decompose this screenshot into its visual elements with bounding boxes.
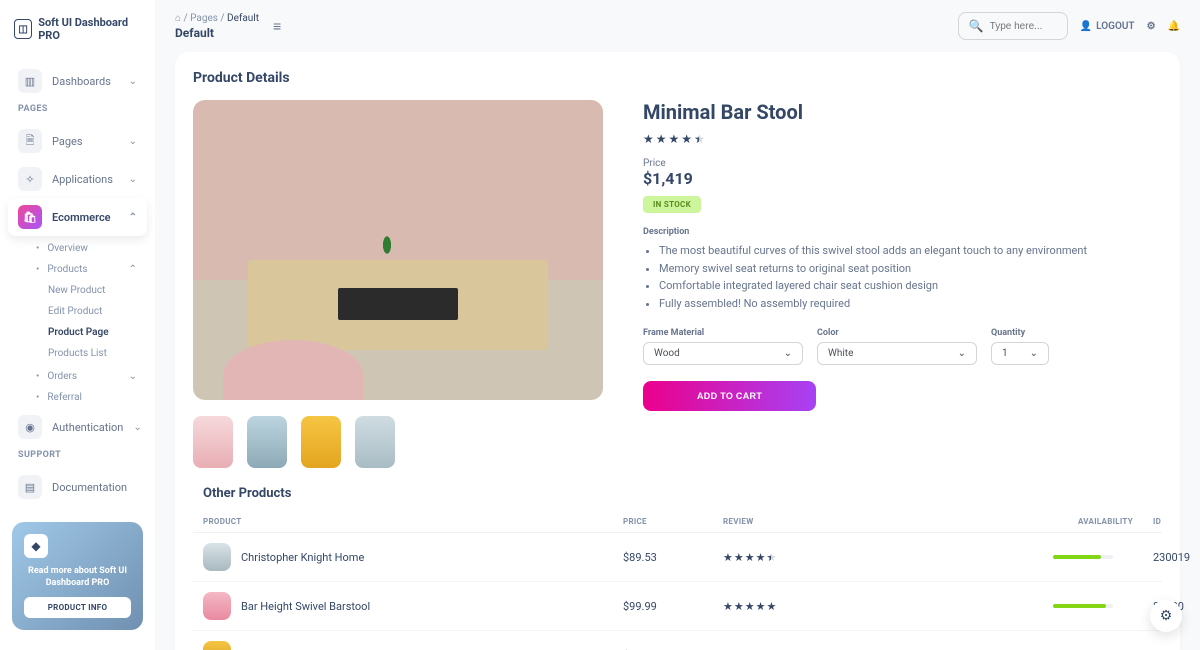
- sidebar: ◫ Soft UI Dashboard PRO ▥ Dashboards ⌄ P…: [0, 0, 155, 650]
- chevron-down-icon: ⌄: [1030, 348, 1038, 359]
- nav-documentation[interactable]: ▤ Documentation: [8, 468, 147, 506]
- nav-applications[interactable]: ✧ Applications ⌄: [8, 160, 147, 198]
- row-thumb: [203, 592, 231, 620]
- row-price: $99.99: [623, 600, 723, 613]
- nav-heading-support: SUPPORT: [8, 446, 147, 464]
- nav-authentication[interactable]: ◉ Authentication ⌄: [8, 408, 147, 446]
- logout-button[interactable]: 👤 LOGOUT: [1080, 21, 1135, 32]
- gear-icon: ⚙: [1160, 608, 1173, 624]
- breadcrumb: ⌂ / Pages / Default: [175, 13, 259, 24]
- user-icon: 👤: [1080, 21, 1092, 32]
- nav-product-page[interactable]: Product Page: [38, 322, 147, 343]
- chevron-down-icon: ⌄: [129, 174, 137, 185]
- nav-orders[interactable]: Orders⌄: [26, 366, 147, 387]
- chevron-down-icon: ⌄: [129, 371, 137, 382]
- page-title: Default: [175, 26, 259, 40]
- ecommerce-icon: 🛍: [18, 205, 42, 229]
- row-name: Bar Height Swivel Barstool: [241, 600, 370, 613]
- auth-icon: ◉: [18, 415, 42, 439]
- product-main-image[interactable]: [193, 100, 603, 400]
- doc-icon: ▤: [18, 475, 42, 499]
- product-thumb-3[interactable]: [301, 416, 341, 468]
- chevron-up-icon: ⌃: [129, 212, 137, 223]
- qty-select[interactable]: 1⌄: [991, 342, 1049, 365]
- row-thumb: [203, 641, 231, 650]
- nav-referral[interactable]: Referral: [26, 387, 147, 408]
- row-rating: ★★★★★: [723, 600, 953, 613]
- row-rating: ★★★★★: [723, 551, 953, 564]
- chevron-down-icon: ⌄: [958, 348, 966, 359]
- search-input[interactable]: [990, 21, 1057, 32]
- product-thumb-2[interactable]: [247, 416, 287, 468]
- chevron-up-icon: ⌃: [129, 264, 137, 275]
- promo-button[interactable]: PRODUCT INFO: [24, 597, 131, 618]
- card-title: Product Details: [193, 70, 1162, 86]
- nav-overview[interactable]: Overview: [26, 238, 147, 259]
- topbar: ⌂ / Pages / Default Default ≡ 🔍 👤 LOGOUT…: [155, 0, 1200, 52]
- gear-icon[interactable]: ⚙: [1147, 21, 1156, 32]
- nav-edit-product[interactable]: Edit Product: [38, 301, 147, 322]
- row-thumb: [203, 543, 231, 571]
- promo-text: Read more about Soft UI Dashboard PRO: [24, 566, 131, 589]
- color-label: Color: [817, 328, 977, 338]
- product-thumb-1[interactable]: [193, 416, 233, 468]
- main: ⌂ / Pages / Default Default ≡ 🔍 👤 LOGOUT…: [155, 0, 1200, 650]
- chevron-down-icon: ⌄: [133, 422, 141, 433]
- price-label: Price: [643, 158, 1162, 169]
- brand-logo[interactable]: ◫ Soft UI Dashboard PRO: [8, 10, 147, 48]
- table-header: PRODUCT PRICE REVIEW AVAILABILITY ID: [193, 511, 1162, 533]
- add-to-cart-button[interactable]: ADD TO CART: [643, 381, 816, 411]
- availability-bar: [1053, 555, 1113, 559]
- desc-list: The most beautiful curves of this swivel…: [643, 243, 1162, 312]
- product-card: Product Details Minimal Bar Stool ★★★★★: [175, 52, 1180, 650]
- search-icon: 🔍: [969, 19, 984, 33]
- chevron-down-icon: ⌄: [129, 76, 137, 87]
- brand-name: Soft UI Dashboard PRO: [38, 16, 141, 42]
- nav-pages[interactable]: 🗎 Pages ⌄: [8, 122, 147, 160]
- table-row[interactable]: Signature Design by Ashley$129.00★★★★★41…: [193, 631, 1162, 650]
- logo-icon: ◫: [14, 19, 32, 39]
- desc-label: Description: [643, 227, 1162, 237]
- table-row[interactable]: Christopher Knight Home$89.53★★★★★230019: [193, 533, 1162, 582]
- row-name: Christopher Knight Home: [241, 551, 364, 564]
- price-value: $1,419: [643, 169, 1162, 188]
- availability-bar: [1053, 604, 1113, 608]
- dashboard-icon: ▥: [18, 69, 42, 93]
- stock-badge: IN STOCK: [643, 196, 701, 213]
- nav-dashboards[interactable]: ▥ Dashboards ⌄: [8, 62, 147, 100]
- product-rating: ★★★★★: [643, 132, 1162, 146]
- product-gallery: [193, 100, 603, 468]
- row-id: 230019: [1153, 551, 1190, 564]
- color-select[interactable]: White⌄: [817, 342, 977, 365]
- frame-label: Frame Material: [643, 328, 803, 338]
- diamond-icon: ◆: [24, 534, 48, 558]
- product-name: Minimal Bar Stool: [643, 100, 1162, 124]
- pages-icon: 🗎: [18, 129, 42, 153]
- promo-card: ◆ Read more about Soft UI Dashboard PRO …: [12, 522, 143, 630]
- table-row[interactable]: Bar Height Swivel Barstool$99.99★★★★★871…: [193, 582, 1162, 631]
- nav-heading-pages: PAGES: [8, 100, 147, 118]
- search-box[interactable]: 🔍: [958, 12, 1068, 40]
- bell-icon[interactable]: 🔔: [1168, 21, 1180, 32]
- row-price: $89.53: [623, 551, 723, 564]
- nav-new-product[interactable]: New Product: [38, 280, 147, 301]
- menu-toggle-icon[interactable]: ≡: [273, 18, 281, 35]
- home-icon[interactable]: ⌂: [175, 13, 181, 24]
- chevron-down-icon: ⌄: [784, 348, 792, 359]
- nav-products[interactable]: Products⌃: [26, 259, 147, 280]
- other-products-title: Other Products: [203, 486, 1162, 501]
- nav-ecommerce[interactable]: 🛍 Ecommerce ⌃: [8, 198, 147, 236]
- frame-select[interactable]: Wood⌄: [643, 342, 803, 365]
- settings-fab[interactable]: ⚙: [1150, 600, 1182, 632]
- qty-label: Quantity: [991, 328, 1049, 338]
- nav-products-list[interactable]: Products List: [38, 343, 147, 364]
- product-thumb-4[interactable]: [355, 416, 395, 468]
- apps-icon: ✧: [18, 167, 42, 191]
- chevron-down-icon: ⌄: [129, 136, 137, 147]
